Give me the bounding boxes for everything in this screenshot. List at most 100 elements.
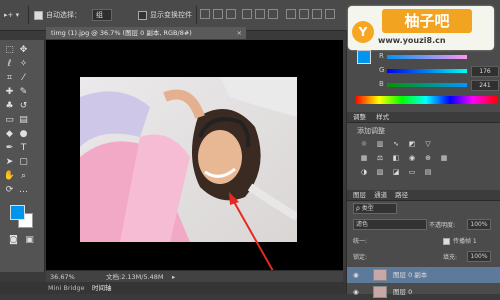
tab-timeline[interactable]: 时间轴: [88, 282, 116, 294]
g-slider[interactable]: [387, 69, 467, 73]
eye-icon[interactable]: ◉: [353, 267, 359, 283]
auto-select-label: 自动选择：: [46, 11, 81, 19]
zoom-icon[interactable]: ⌕: [18, 170, 29, 181]
adjustments-panel-header: 调整 样式: [347, 112, 500, 123]
lock-label: 锁定:: [353, 254, 368, 261]
fill-input[interactable]: 100%: [467, 251, 491, 262]
distribute-icon[interactable]: [325, 9, 335, 19]
layer-thumbnail: [373, 269, 387, 281]
shape-icon[interactable]: ▢: [18, 156, 29, 167]
close-icon[interactable]: ×: [237, 27, 242, 39]
posterize-icon[interactable]: ▨: [375, 168, 385, 176]
move-icon[interactable]: ✥: [18, 44, 29, 55]
eraser-icon[interactable]: ▭: [4, 114, 15, 125]
eyedropper-icon[interactable]: ⁄: [18, 72, 29, 83]
foreground-color-swatch[interactable]: [10, 205, 25, 220]
align-center-icon[interactable]: [255, 9, 265, 19]
screen-mode-icon[interactable]: ▣: [24, 234, 35, 245]
b-value[interactable]: 241: [471, 80, 499, 91]
levels-icon[interactable]: ▥: [375, 140, 385, 148]
magic-wand-icon[interactable]: ✧: [18, 58, 29, 69]
path-select-icon[interactable]: ➤: [4, 156, 15, 167]
layer-row[interactable]: ◉ 图层 0 副本: [347, 267, 500, 283]
invert-icon[interactable]: ◑: [359, 168, 369, 176]
tab-adjustments[interactable]: 调整: [353, 113, 366, 121]
brush-icon[interactable]: ✎: [18, 86, 29, 97]
channel-label: B: [379, 80, 384, 88]
text-icon[interactable]: T: [18, 142, 29, 153]
move-tool-icon[interactable]: ▸+ ▾: [4, 9, 19, 21]
filter-label: ρ 类型: [356, 205, 374, 212]
right-panels: R G 176 B 241 调整 样式 添加调整 ☼ ▥ ∿ ◩ ▽ ▦ ⚖ ◧…: [346, 30, 500, 298]
layer-name: 图层 0 副本: [393, 271, 428, 279]
auto-select-dropdown[interactable]: 组: [92, 9, 112, 21]
lasso-icon[interactable]: ℓ: [4, 58, 15, 69]
color-spectrum[interactable]: [355, 96, 497, 104]
vibrance-icon[interactable]: ▽: [423, 140, 433, 148]
align-right-icon[interactable]: [268, 9, 278, 19]
pen-icon[interactable]: ✒: [4, 142, 15, 153]
healing-icon[interactable]: ✚: [4, 86, 15, 97]
opacity-label: 不透明度:: [429, 222, 456, 229]
crop-icon[interactable]: ⌗: [4, 72, 15, 83]
propagate-frame-checkbox[interactable]: 传播帧 1: [443, 236, 477, 245]
b-slider[interactable]: [387, 83, 467, 87]
gradient-icon[interactable]: ▤: [18, 114, 29, 125]
auto-select-checkbox[interactable]: 自动选择：: [34, 9, 81, 21]
annotation-arrow: [229, 192, 287, 294]
show-transform-checkbox[interactable]: 显示变换控件: [138, 9, 192, 21]
channel-mixer-icon[interactable]: ⊕: [423, 154, 433, 162]
curves-icon[interactable]: ∿: [391, 140, 401, 148]
auto-select-value: 组: [92, 9, 112, 21]
blend-mode-dropdown[interactable]: 滤色: [353, 219, 427, 230]
checkbox-checked: [443, 238, 450, 245]
site-watermark: Y 柚子吧 www.youzi8.cn: [348, 6, 494, 50]
watermark-title: 柚子吧: [382, 9, 472, 33]
tab-styles[interactable]: 样式: [376, 113, 389, 121]
tab-paths[interactable]: 路径: [395, 191, 408, 199]
history-brush-icon[interactable]: ↺: [18, 100, 29, 111]
tab-mini-bridge[interactable]: Mini Bridge: [44, 282, 89, 294]
align-top-icon[interactable]: [200, 9, 210, 19]
align-middle-icon[interactable]: [213, 9, 223, 19]
ellipsis-icon[interactable]: …: [18, 184, 29, 195]
selective-color-icon[interactable]: ▤: [423, 168, 433, 176]
marquee-icon[interactable]: ⬚: [4, 44, 15, 55]
g-value[interactable]: 176: [471, 66, 499, 77]
opacity-input[interactable]: 100%: [467, 219, 491, 230]
align-left-icon[interactable]: [242, 9, 252, 19]
tab-layers[interactable]: 图层: [353, 191, 366, 199]
distribute-icon[interactable]: [286, 9, 296, 19]
three-d-icon[interactable]: ⟳: [4, 184, 15, 195]
show-transform-label: 显示变换控件: [150, 11, 192, 19]
color-balance-icon[interactable]: ⚖: [375, 154, 385, 162]
divider: [28, 6, 29, 24]
blur-icon[interactable]: ◆: [4, 128, 15, 139]
lookup-icon[interactable]: ▦: [439, 154, 449, 162]
panel-foreground-swatch[interactable]: [357, 50, 371, 64]
clone-stamp-icon[interactable]: ♣: [4, 100, 15, 111]
dodge-icon[interactable]: ●: [18, 128, 29, 139]
tab-channels[interactable]: 通道: [374, 191, 387, 199]
brightness-icon[interactable]: ☼: [359, 140, 369, 148]
watermark-url: www.youzi8.cn: [378, 36, 446, 45]
eye-icon[interactable]: ◉: [353, 284, 359, 300]
align-bottom-icon[interactable]: [226, 9, 236, 19]
r-slider[interactable]: [387, 55, 467, 59]
hue-icon[interactable]: ▦: [359, 154, 369, 162]
hand-icon[interactable]: ✋: [4, 170, 15, 181]
bw-icon[interactable]: ◧: [391, 154, 401, 162]
threshold-icon[interactable]: ◪: [391, 168, 401, 176]
distribute-icon[interactable]: [312, 9, 322, 19]
exposure-icon[interactable]: ◩: [407, 140, 417, 148]
distribute-icon[interactable]: [299, 9, 309, 19]
document-tab[interactable]: timg (1).jpg @ 36.7% (图层 0 副本, RGB/8#) ×: [46, 27, 246, 39]
quick-mask-icon[interactable]: ◙: [8, 234, 19, 245]
layer-filter-dropdown[interactable]: ρ 类型: [353, 203, 397, 214]
gradient-map-icon[interactable]: ▭: [407, 168, 417, 176]
channel-label: G: [379, 66, 385, 74]
divider: [196, 6, 197, 24]
photo-filter-icon[interactable]: ◉: [407, 154, 417, 162]
layer-row[interactable]: ◉ 图层 0: [347, 284, 500, 300]
layers-panel-header: 图层 通道 路径: [347, 190, 500, 201]
